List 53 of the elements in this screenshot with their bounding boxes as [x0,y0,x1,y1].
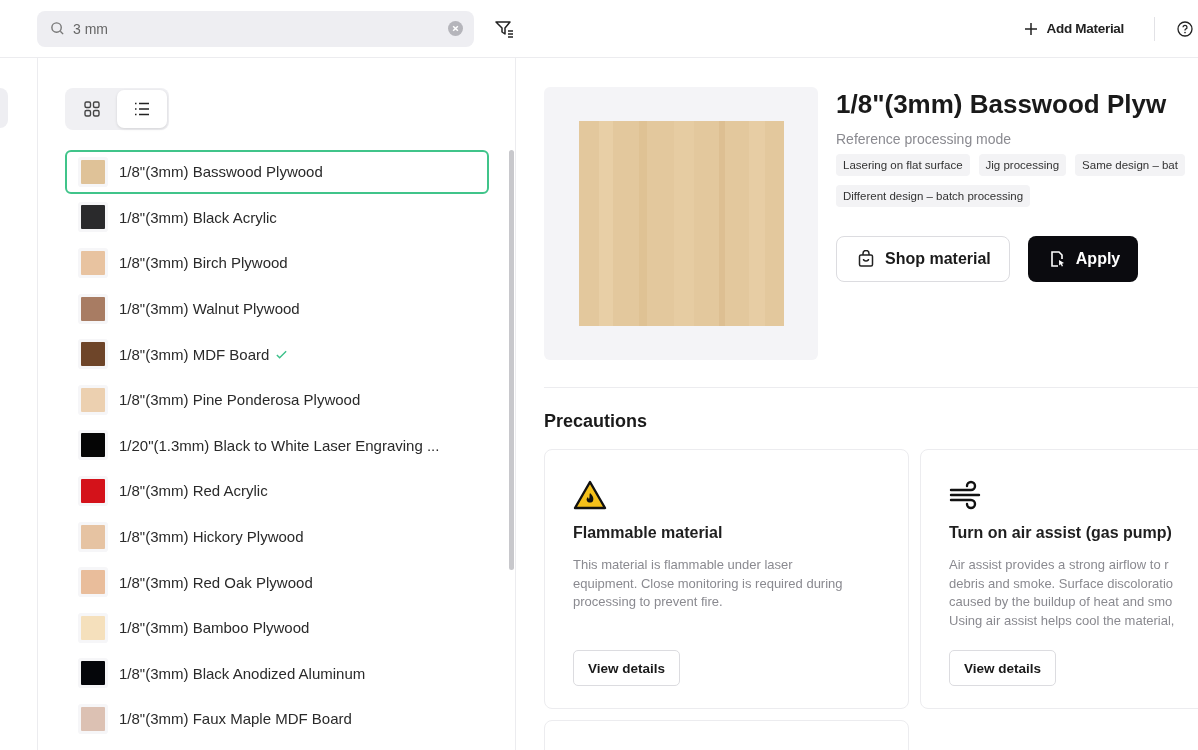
material-name: 1/8"(3mm) Hickory Plywood [119,528,304,546]
material-name: 1/8"(3mm) Red Oak Plywood [119,573,313,591]
material-title: 1/8"(3mm) Basswood Plyw [836,88,1168,121]
plus-icon [1023,21,1038,36]
view-details-button[interactable]: View details [573,650,681,686]
card-title: Turn on air assist (gas pump) [949,524,1173,542]
help-icon[interactable] [1177,20,1193,37]
material-item[interactable]: 1/8"(3mm) Red Oak Plywood [65,560,489,604]
material-item[interactable]: 1/8"(3mm) Walnut Plywood [65,286,489,331]
search-field[interactable]: 3 mm [37,10,474,47]
shop-material-button[interactable]: Shop material [836,236,1010,282]
section-heading: Precautions [544,410,649,432]
add-material-button[interactable]: Add Material [1019,17,1128,40]
filter-icon[interactable] [494,18,514,39]
material-item[interactable]: 1/8"(3mm) Faux Maple MDF Board [65,697,489,741]
bag-icon [857,250,875,268]
material-item[interactable]: 1/8"(3mm) Red Acrylic [65,469,489,513]
mode-tag: Same design – bat [1075,154,1185,176]
material-item[interactable]: 1/8"(3mm) Birch Plywood [65,241,489,285]
card-title: Flammable material [573,524,724,542]
material-name: 1/8"(3mm) Faux Maple MDF Board [119,710,352,728]
mode-tag: Different design – batch processing [836,185,1031,207]
material-name: 1/20"(1.3mm) Black to White Laser Engraving ... [119,436,440,454]
material-item[interactable]: 1/8"(3mm) Black Acrylic [65,195,489,240]
mode-tag: Jig processing [978,154,1067,176]
card-description: This material is flammable under laser equipment. Close monitoring is required during processing to prevent fire. [573,556,844,611]
material-name: 1/8"(3mm) Red Acrylic [119,482,268,500]
mode-label: Reference processing mode [836,131,1013,147]
list-view-button[interactable] [117,90,167,128]
fire-warning-icon [573,480,607,510]
material-item[interactable]: 1/8"(3mm) Basswood Plywood [65,150,489,194]
view-details-button[interactable]: View details [949,650,1057,686]
material-item[interactable]: 1/8"(3mm) Pine Ponderosa Plywood [65,377,489,422]
mode-tag: Lasering on flat surface [836,154,970,176]
material-item[interactable]: 1/8"(3mm) Bamboo Plywood [65,605,489,650]
material-name: 1/8"(3mm) Walnut Plywood [119,300,300,318]
material-name: 1/8"(3mm) MDF Board [119,345,270,363]
material-name: 1/8"(3mm) Birch Plywood [119,254,288,272]
scrollbar-thumb[interactable] [509,150,514,570]
material-name: 1/8"(3mm) Black Anodized Aluminum [119,664,366,682]
material-item[interactable]: 1/8"(3mm) Hickory Plywood [65,514,489,559]
material-name: 1/8"(3mm) Bamboo Plywood [119,619,310,637]
grid-icon [83,100,101,118]
material-item[interactable]: 1/8"(3mm) MDF Board [65,332,489,376]
material-item[interactable]: 1/8"(3mm) Black Anodized Aluminum [65,651,489,696]
card-description: Air assist provides a strong airflow to r debris and smoke. Surface discoloratio caused by the buildup of heat and smo Using air assist helps cool the material, [949,556,1176,630]
apply-button[interactable]: Apply [1027,236,1139,282]
material-item[interactable]: 1/20"(1.3mm) Black to White Laser Engraving ... [65,423,489,468]
wind-icon [949,480,983,510]
material-name: 1/8"(3mm) Basswood Plywood [119,163,323,181]
list-icon [133,100,151,118]
material-name: 1/8"(3mm) Pine Ponderosa Plywood [119,391,361,409]
material-name: 1/8"(3mm) Black Acrylic [119,208,277,226]
